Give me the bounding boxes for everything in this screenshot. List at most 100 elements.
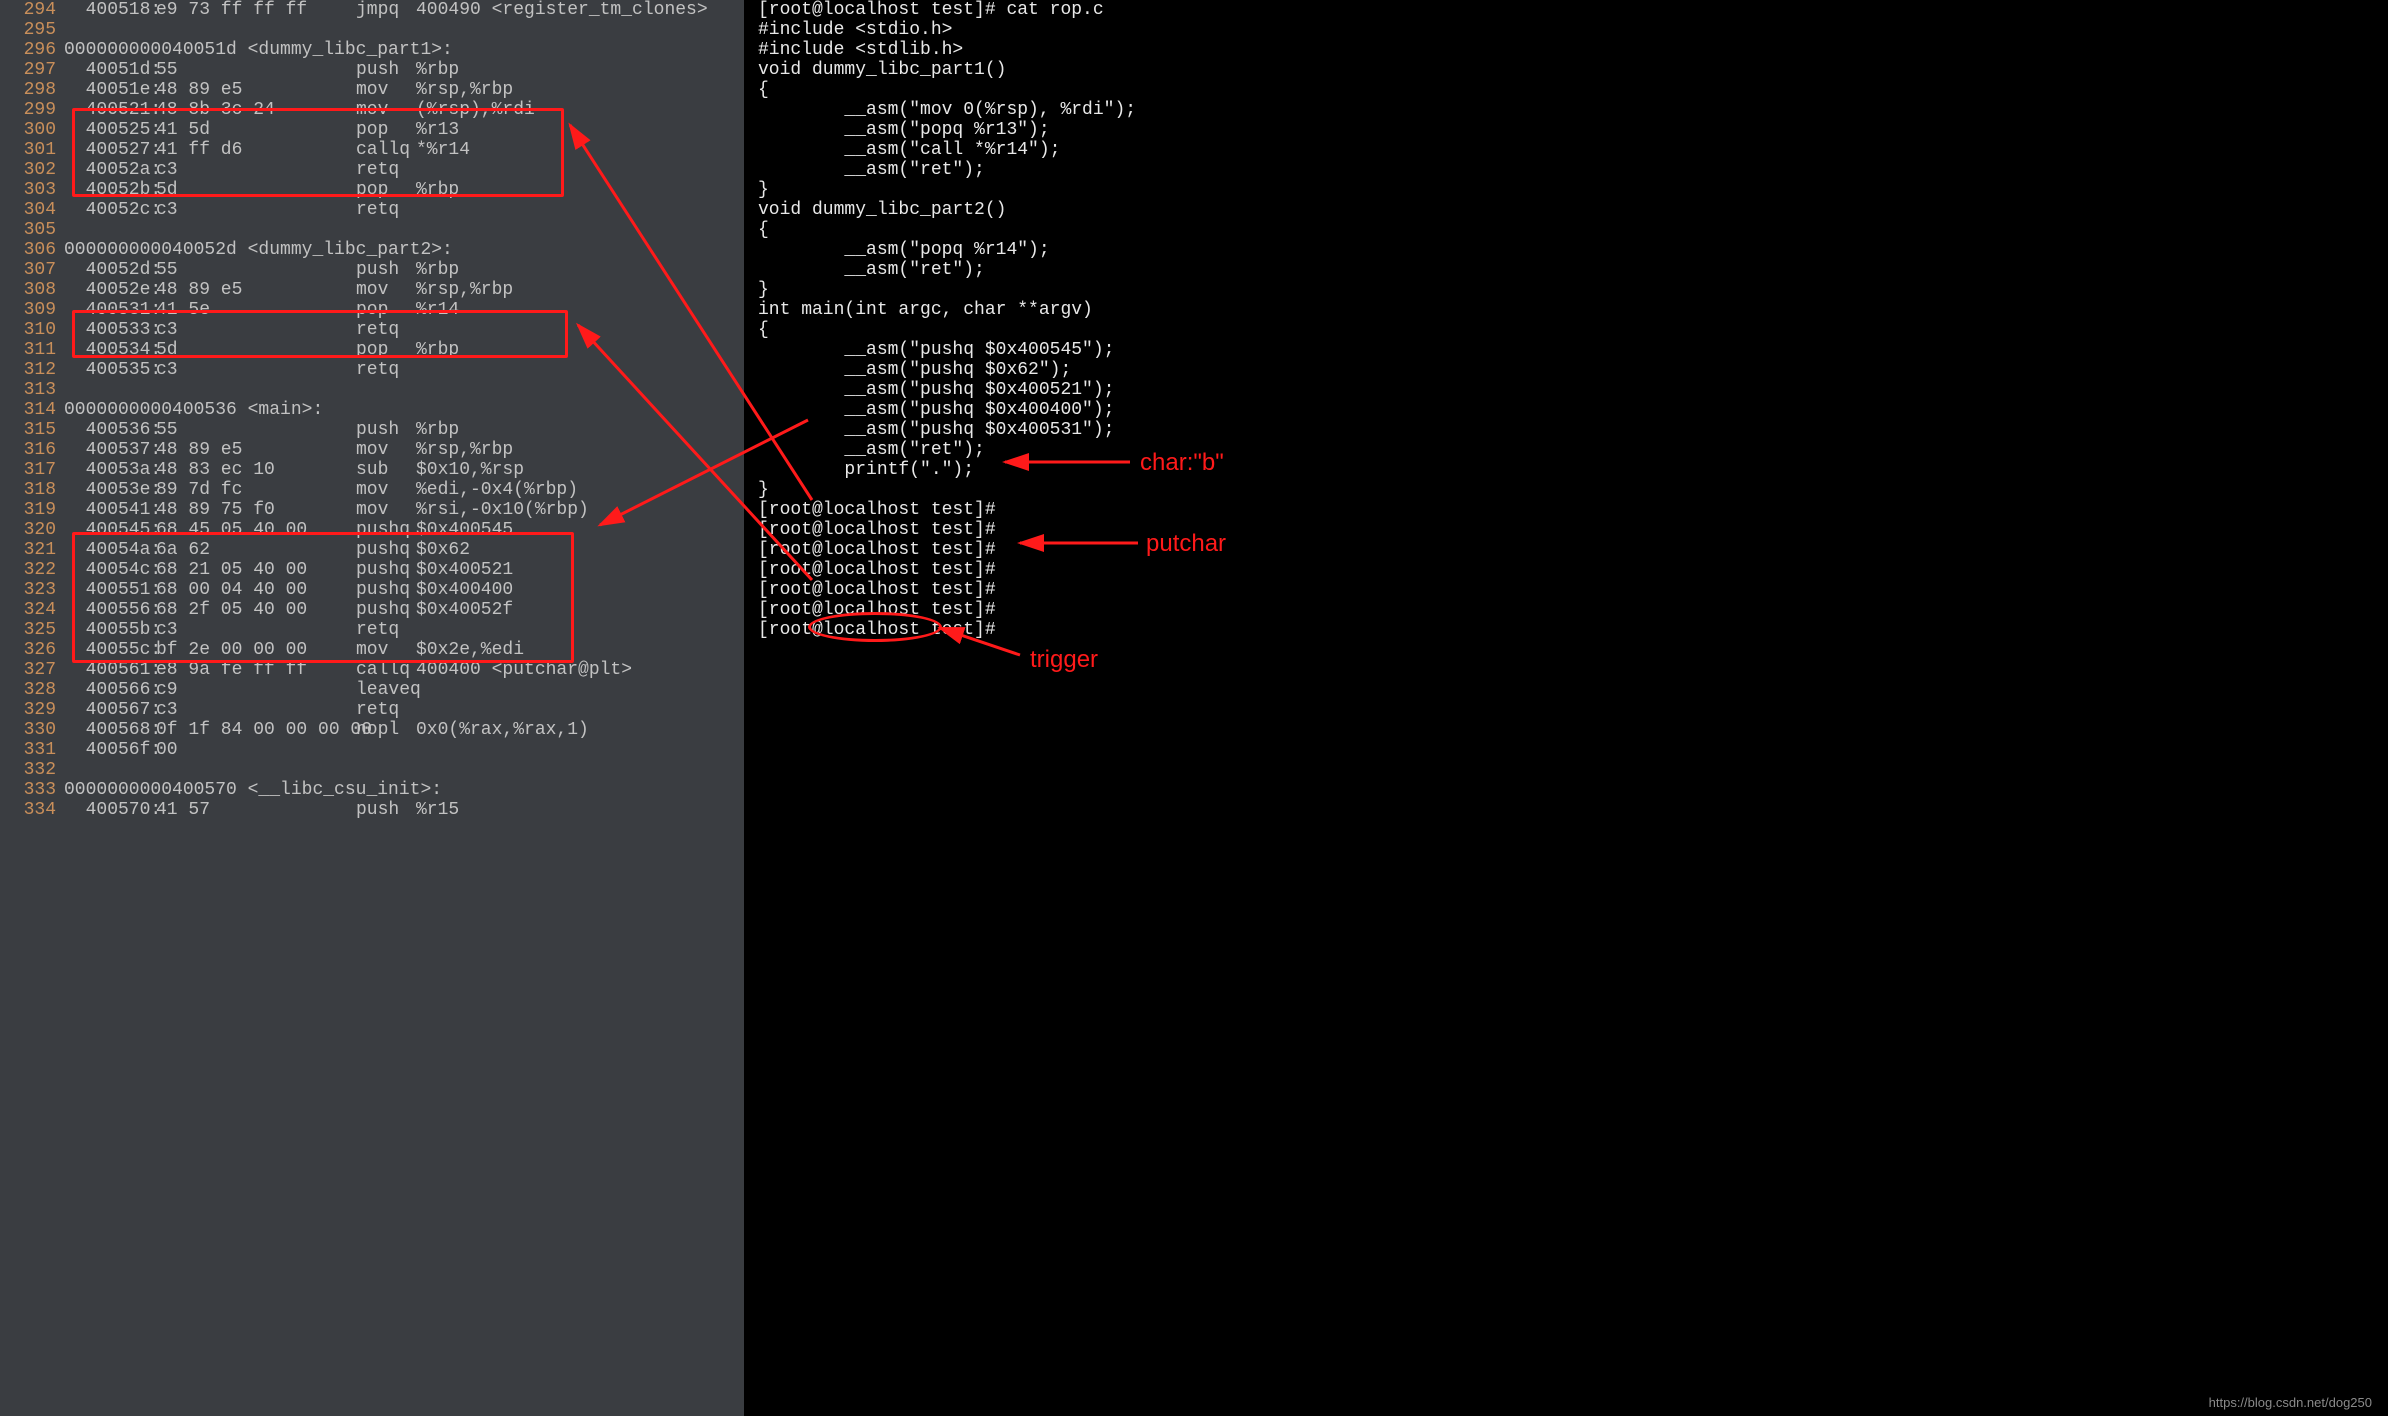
line-number: 320	[0, 520, 64, 540]
asm-line: 301 400527:41 ff d6callq*%r14	[0, 140, 744, 160]
terminal-line: __asm("pushq $0x400531");	[758, 420, 2388, 440]
asm-bytes: c9	[156, 680, 356, 700]
asm-operands	[416, 200, 744, 220]
asm-label: 0000000000400536 <main>:	[64, 400, 323, 420]
asm-addr: 40052b:	[64, 180, 156, 200]
asm-mnemonic: push	[356, 260, 416, 280]
asm-bytes: 68 45 05 40 00	[156, 520, 356, 540]
asm-addr: 400541:	[64, 500, 156, 520]
asm-bytes: c3	[156, 320, 356, 340]
asm-bytes: 00	[156, 740, 356, 760]
asm-line: 298 40051e:48 89 e5mov%rsp,%rbp	[0, 80, 744, 100]
disassembly-panel[interactable]: 294 400518:e9 73 ff ff ffjmpq400490 <reg…	[0, 0, 744, 1416]
asm-addr: 400570:	[64, 800, 156, 820]
asm-line: 331 40056f:00	[0, 740, 744, 760]
asm-line: 303 40052b:5dpop%rbp	[0, 180, 744, 200]
terminal-line: __asm("pushq $0x400521");	[758, 380, 2388, 400]
asm-bytes: c3	[156, 360, 356, 380]
asm-operands	[416, 740, 744, 760]
asm-bytes: 41 5e	[156, 300, 356, 320]
asm-line: 323 400551:68 00 04 40 00pushq$0x400400	[0, 580, 744, 600]
asm-line: 320 400545:68 45 05 40 00pushq$0x400545	[0, 520, 744, 540]
terminal-line: [root@localhost test]#	[758, 620, 2388, 640]
line-number: 330	[0, 720, 64, 740]
asm-line: 317 40053a:48 83 ec 10sub$0x10,%rsp	[0, 460, 744, 480]
line-number: 321	[0, 540, 64, 560]
asm-line: 309 400531:41 5epop%r14	[0, 300, 744, 320]
asm-mnemonic: nopl	[356, 720, 416, 740]
asm-addr: 40055c:	[64, 640, 156, 660]
terminal-line: void dummy_libc_part1()	[758, 60, 2388, 80]
asm-operands: 400400 <putchar@plt>	[416, 660, 744, 680]
asm-mnemonic: retq	[356, 700, 416, 720]
asm-addr: 40053e:	[64, 480, 156, 500]
asm-bytes: 68 00 04 40 00	[156, 580, 356, 600]
line-number: 309	[0, 300, 64, 320]
asm-addr: 400533:	[64, 320, 156, 340]
asm-addr: 40055b:	[64, 620, 156, 640]
line-number: 307	[0, 260, 64, 280]
terminal-line: {	[758, 220, 2388, 240]
asm-line: 295	[0, 20, 744, 40]
terminal-line: __asm("popq %r13");	[758, 120, 2388, 140]
asm-operands: 0x0(%rax,%rax,1)	[416, 720, 744, 740]
line-number: 332	[0, 760, 64, 780]
asm-mnemonic: retq	[356, 160, 416, 180]
asm-mnemonic: leaveq	[356, 680, 416, 700]
asm-operands: $0x62	[416, 540, 744, 560]
asm-addr	[64, 20, 156, 40]
asm-bytes: 41 5d	[156, 120, 356, 140]
terminal-line: [root@localhost test]#	[758, 600, 2388, 620]
asm-mnemonic: retq	[356, 200, 416, 220]
asm-bytes: 48 89 e5	[156, 440, 356, 460]
asm-addr: 400551:	[64, 580, 156, 600]
asm-bytes: 68 21 05 40 00	[156, 560, 356, 580]
label-char-b: char:"b"	[1140, 449, 1224, 477]
line-number: 316	[0, 440, 64, 460]
asm-addr: 40054a:	[64, 540, 156, 560]
asm-operands: %rbp	[416, 420, 744, 440]
asm-addr: 400525:	[64, 120, 156, 140]
line-number: 312	[0, 360, 64, 380]
asm-operands	[416, 680, 744, 700]
line-number: 334	[0, 800, 64, 820]
asm-operands: %r15	[416, 800, 744, 820]
asm-operands: %rbp	[416, 340, 744, 360]
line-number: 305	[0, 220, 64, 240]
terminal-panel[interactable]: [root@localhost test]# cat rop.c#include…	[744, 0, 2388, 1416]
asm-operands	[416, 700, 744, 720]
terminal-line: printf(".");	[758, 460, 2388, 480]
asm-operands: $0x400400	[416, 580, 744, 600]
terminal-line: {	[758, 320, 2388, 340]
asm-operands: (%rsp),%rdi	[416, 100, 744, 120]
asm-line: 304 40052c:c3retq	[0, 200, 744, 220]
asm-addr	[64, 760, 156, 780]
terminal-line: [root@localhost test]#	[758, 500, 2388, 520]
asm-addr: 400521:	[64, 100, 156, 120]
asm-mnemonic: mov	[356, 100, 416, 120]
terminal-line: int main(int argc, char **argv)	[758, 300, 2388, 320]
line-number: 295	[0, 20, 64, 40]
terminal-line: __asm("popq %r14");	[758, 240, 2388, 260]
asm-label: 000000000040052d <dummy_libc_part2>:	[64, 240, 453, 260]
line-number: 329	[0, 700, 64, 720]
asm-bytes: e8 9a fe ff ff	[156, 660, 356, 680]
asm-bytes: 6a 62	[156, 540, 356, 560]
asm-line: 328 400566:c9leaveq	[0, 680, 744, 700]
terminal-line: __asm("ret");	[758, 160, 2388, 180]
asm-line: 327 400561:e8 9a fe ff ffcallq400400 <pu…	[0, 660, 744, 680]
asm-addr: 400567:	[64, 700, 156, 720]
asm-label: 000000000040051d <dummy_libc_part1>:	[64, 40, 453, 60]
asm-addr: 400518:	[64, 0, 156, 20]
asm-bytes	[156, 760, 356, 780]
asm-addr: 400535:	[64, 360, 156, 380]
line-number: 319	[0, 500, 64, 520]
asm-bytes	[156, 220, 356, 240]
line-number: 325	[0, 620, 64, 640]
asm-bytes: e9 73 ff ff ff	[156, 0, 356, 20]
line-number: 326	[0, 640, 64, 660]
asm-mnemonic: push	[356, 60, 416, 80]
line-number: 301	[0, 140, 64, 160]
terminal-line: __asm("pushq $0x400545");	[758, 340, 2388, 360]
terminal-line: #include <stdio.h>	[758, 20, 2388, 40]
